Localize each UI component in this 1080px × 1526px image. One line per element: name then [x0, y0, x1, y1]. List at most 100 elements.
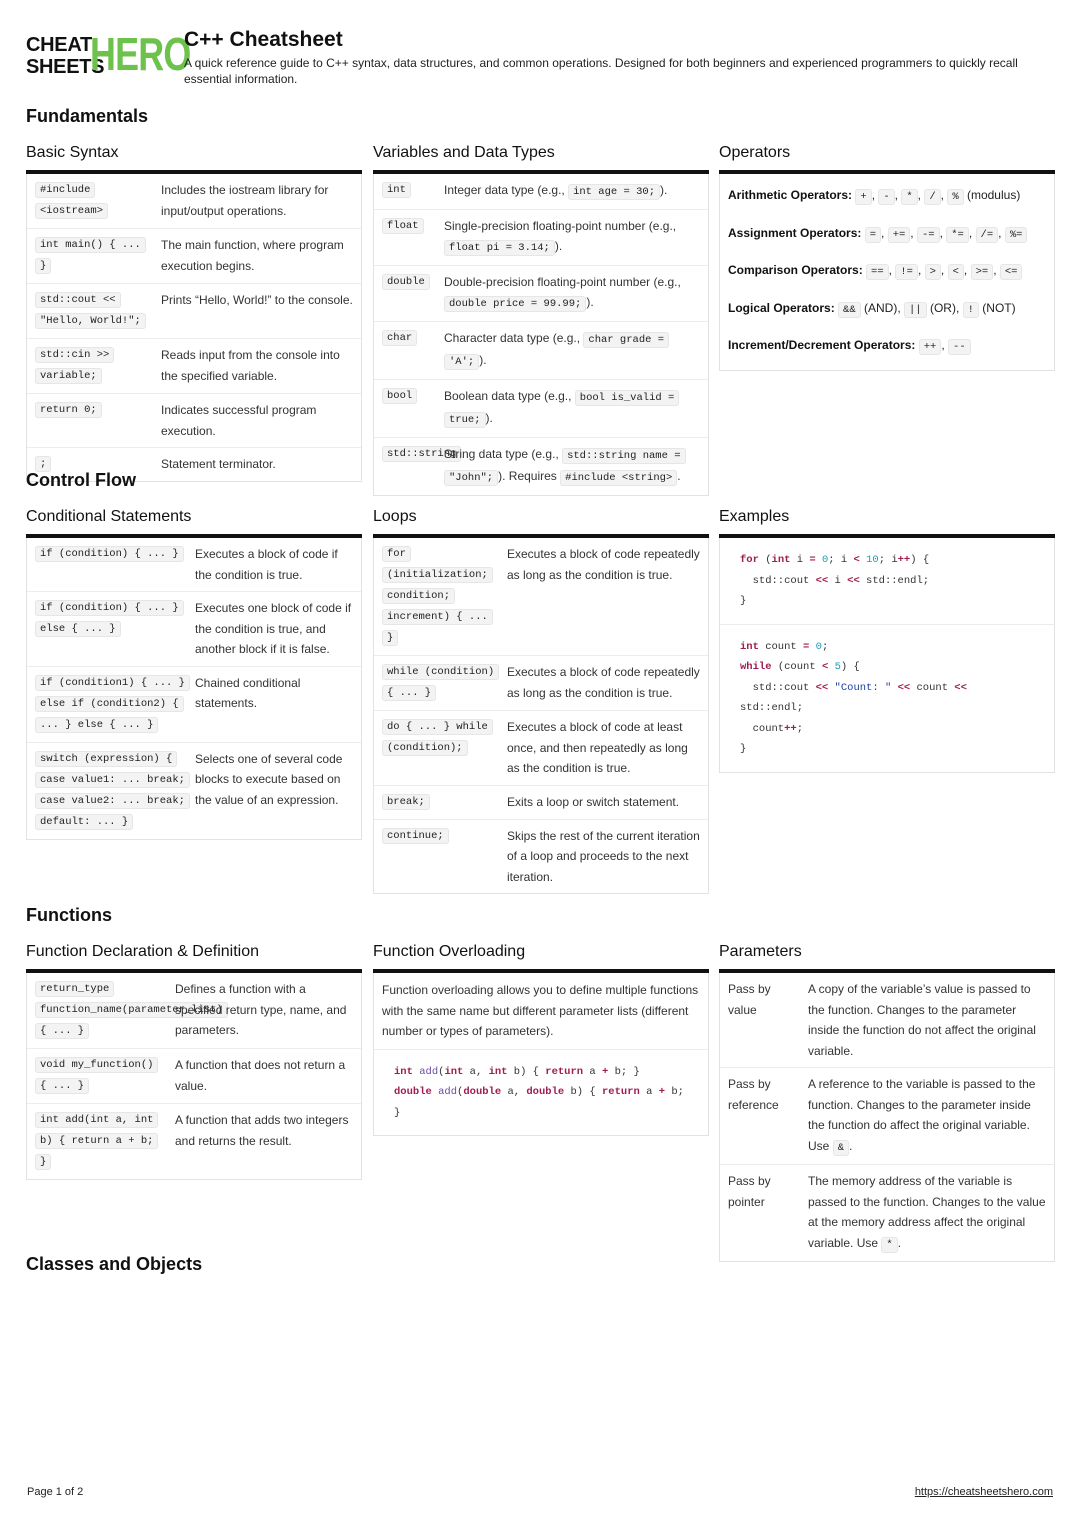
operator-note: (NOT)	[982, 300, 1016, 315]
operator-code: +	[855, 189, 872, 205]
table-row: std::cin >> variable; Reads input from th…	[27, 339, 361, 394]
description-text: Exits a loop or switch statement.	[507, 794, 680, 809]
description-text: Skips the rest of the current iteration …	[507, 828, 700, 884]
table-row: break; Exits a loop or switch statement.	[374, 786, 708, 820]
table-row: bool Boolean data type (e.g., bool is_val…	[374, 380, 708, 438]
operators-list: Arithmetic Operators: +, -, *, /, % (mod…	[719, 174, 1055, 371]
operator-code: -=	[916, 226, 940, 243]
description-cell: A function that adds two integers and re…	[175, 1110, 361, 1173]
parameter-term: Pass by value	[728, 982, 771, 1017]
description-text: ).	[660, 183, 668, 197]
code-example-while-loop: int count = 0;while (count < 5) { std::c…	[720, 623, 1054, 772]
cheatsheetshero-logo[interactable]: CHEAT SHEETS HERO	[26, 30, 191, 78]
card-function-overloading: Function Overloading Function overloadin…	[373, 941, 709, 1136]
code-snippet: std::cout << "Hello, World!";	[35, 292, 146, 329]
function-declaration-table: return_type function_name(parameter_list…	[26, 973, 362, 1180]
inline-code: #include <string>	[560, 470, 678, 486]
description-cell: Executes a block of code at least once, …	[507, 717, 708, 779]
code-snippet: char	[382, 329, 418, 346]
code-cell: std::cout << "Hello, World!";	[35, 290, 161, 332]
description-cell: Exits a loop or switch statement.	[507, 792, 708, 813]
code-line: std::endl;	[740, 702, 804, 714]
card-variables: Variables and Data Types int Integer data…	[373, 142, 709, 496]
code-cell: void my_function() { ... }	[35, 1055, 175, 1097]
table-row: Pass by pointer The memory address of the…	[720, 1165, 1054, 1261]
code-cell: double	[382, 272, 444, 315]
operator-group-label: Logical Operators:	[728, 300, 835, 315]
table-row: int main() { ... } The main function, whe…	[27, 229, 361, 284]
description-text: Includes the iostream library for input/…	[161, 183, 329, 218]
operator-code: --	[948, 339, 971, 355]
parameter-description: A copy of the variable’s value is passed…	[808, 979, 1054, 1061]
operator-code: =	[864, 226, 882, 243]
description-text: Statement terminator.	[161, 457, 276, 471]
table-row: if (condition) { ... } else { ... } Execu…	[27, 592, 361, 667]
code-cell: break;	[382, 792, 507, 813]
description-cell: Double-precision floating-point number (…	[444, 272, 708, 315]
code-cell: std::cin >> variable;	[35, 345, 161, 387]
operator-code: /	[924, 189, 941, 205]
operator-code: ==	[866, 264, 889, 280]
operator-code: !	[962, 301, 979, 318]
parameters-table: Pass by value A copy of the variable’s va…	[719, 973, 1055, 1262]
description-cell: Defines a function with a specified retu…	[175, 979, 361, 1042]
operator-code: <	[947, 264, 964, 280]
operator-group: Logical Operators: && (AND), || (OR), ! …	[728, 291, 1046, 329]
description-text: Prints “Hello, World!” to the console.	[161, 293, 353, 307]
code-cell: do { ... } while (condition);	[382, 717, 507, 779]
card-title: Basic Syntax	[26, 144, 119, 161]
card-title: Function Declaration & Definition	[26, 943, 260, 960]
operator-code: !=	[895, 264, 918, 280]
description-text: ).	[485, 411, 493, 425]
variables-table: int Integer data type (e.g., int age = 30…	[373, 174, 709, 496]
description-cell: Character data type (e.g., char grade = …	[444, 328, 708, 373]
description-cell: Boolean data type (e.g., bool is_valid =…	[444, 386, 708, 431]
description-text: Reads input from the console into the sp…	[161, 348, 340, 383]
operator-code: <=	[999, 264, 1023, 280]
description-text: The memory address of the variable is pa…	[808, 1174, 1046, 1250]
table-row: if (condition1) { ... } else if (conditi…	[27, 667, 361, 743]
table-row: double Double-precision floating-point nu…	[374, 266, 708, 322]
card-loops: Loops for (initialization; condition; in…	[373, 506, 709, 894]
description-cell: Selects one of several code blocks to ex…	[195, 749, 361, 833]
description-cell: Chained conditional statements.	[195, 673, 361, 736]
code-cell: float	[382, 216, 444, 259]
parameter-term: Pass by reference	[728, 1077, 779, 1112]
table-row: char Character data type (e.g., char grad…	[374, 322, 708, 380]
operator-code: -	[878, 189, 895, 205]
description-cell: Skips the rest of the current iteration …	[507, 826, 708, 888]
code-cell: int	[382, 180, 444, 203]
section-title-functions: Functions	[26, 905, 112, 925]
description-cell: Executes a block of code repeatedly as l…	[507, 662, 708, 704]
code-cell: continue;	[382, 826, 507, 888]
table-row: int Integer data type (e.g., int age = 30…	[374, 174, 708, 210]
code-line: std::cout << "Count: " << count <<	[740, 681, 967, 694]
operator-code: >	[924, 264, 941, 280]
card-title: Loops	[373, 508, 417, 525]
operator-code: %=	[1004, 226, 1028, 243]
description-cell: The main function, where program executi…	[161, 235, 361, 277]
operator-code: ++	[918, 339, 942, 355]
operator-group: Increment/Decrement Operators: ++, --	[728, 328, 1046, 366]
site-link[interactable]: https://cheatsheetshero.com	[915, 1486, 1053, 1498]
section-title-classes: Classes and Objects	[26, 1254, 203, 1274]
card-conditionals: Conditional Statements if (condition) { …	[26, 506, 362, 840]
code-cell: #include <iostream>	[35, 180, 161, 222]
description-text: Double-precision floating-point number (…	[444, 274, 681, 289]
table-row: while (condition) { ... } Executes a bloc…	[374, 656, 708, 711]
description-cell: Includes the iostream library for input/…	[161, 180, 361, 222]
code-cell: while (condition) { ... }	[382, 662, 507, 704]
code-cell: int add(int a, int b) { return a + b; }	[35, 1110, 175, 1173]
code-line: while (count < 5) {	[740, 661, 860, 673]
overloading-body: Function overloading allows you to defin…	[373, 973, 709, 1136]
description-text: Boolean data type (e.g.,	[444, 388, 575, 403]
code-snippet: if (condition) { ... }	[35, 546, 184, 562]
code-cell: switch (expression) { case value1: ... b…	[35, 749, 195, 833]
card-examples: Examples for (int i = 0; i < 10; i++) { …	[719, 506, 1055, 773]
operator-group-label: Assignment Operators:	[728, 225, 862, 240]
table-row: return_type function_name(parameter_list…	[27, 973, 361, 1049]
page-title: C++ Cheatsheet	[184, 28, 343, 51]
code-line: }	[740, 595, 747, 607]
table-row: std::cout << "Hello, World!"; Prints “Hel…	[27, 284, 361, 339]
code-line: int count = 0;	[740, 640, 829, 653]
